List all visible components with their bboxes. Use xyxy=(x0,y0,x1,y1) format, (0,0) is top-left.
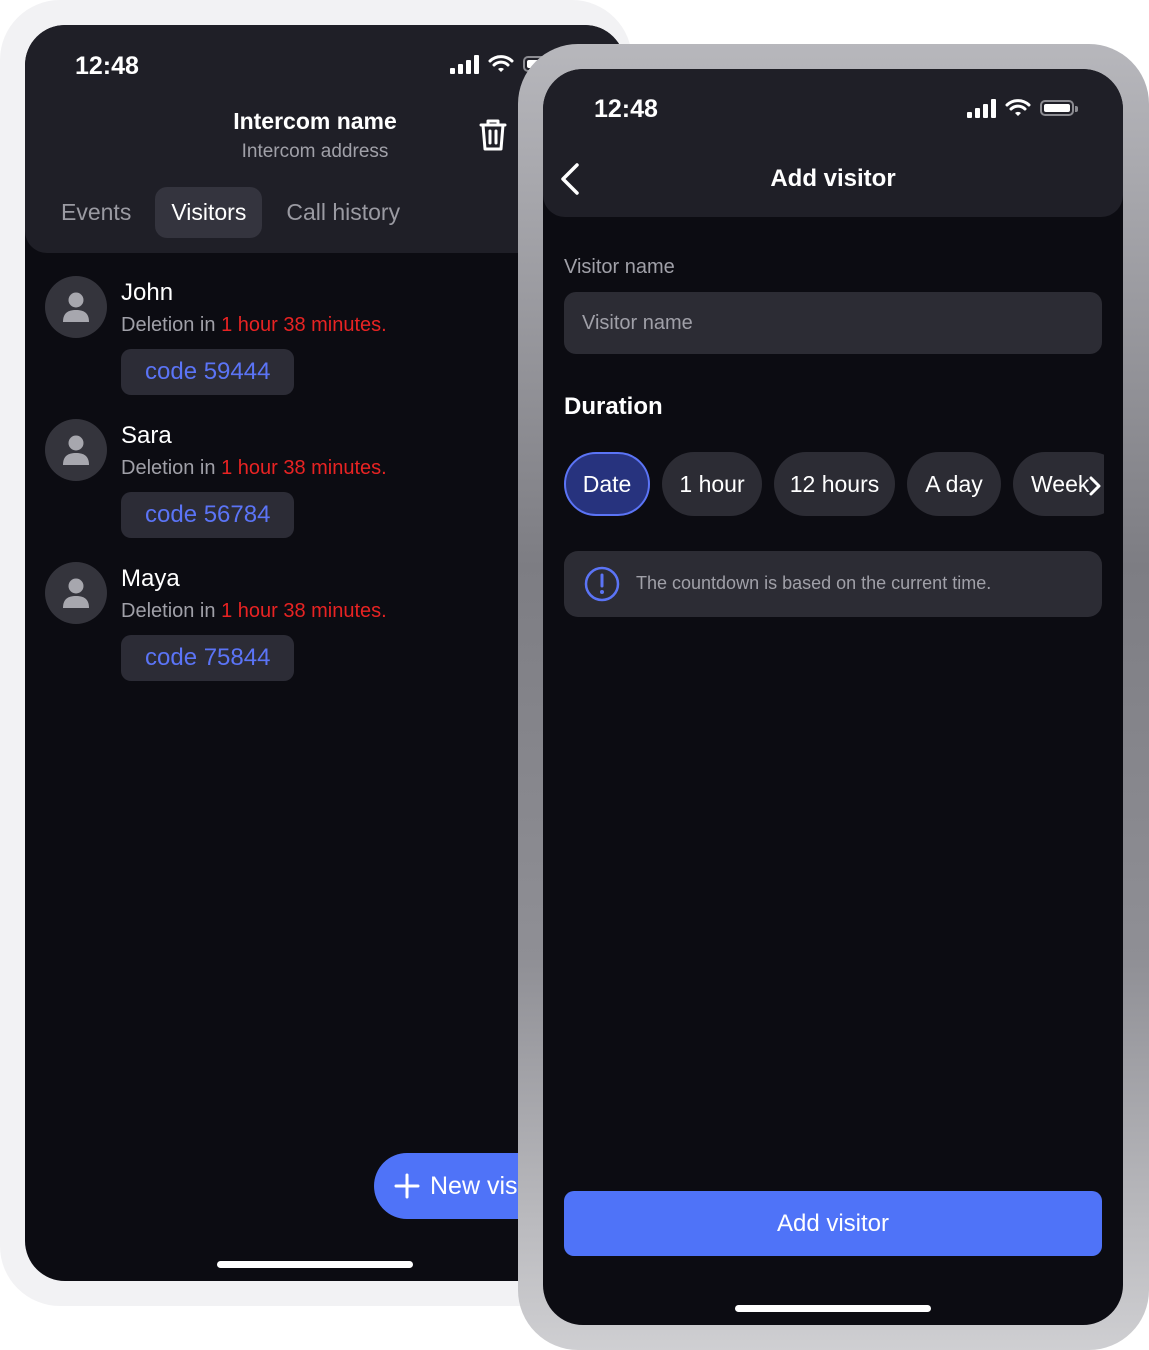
duration-title: Duration xyxy=(564,393,663,420)
battery-icon xyxy=(1040,100,1078,116)
home-indicator xyxy=(217,1261,413,1268)
visitor-code-badge[interactable]: code 75844 xyxy=(121,635,295,681)
screen-header: 12:48 Add visitor xyxy=(543,69,1123,217)
duration-option-date[interactable]: Date xyxy=(564,452,650,516)
person-icon xyxy=(63,578,89,608)
duration-option-a-day[interactable]: A day xyxy=(907,452,1001,516)
exclamation-circle-icon xyxy=(584,566,620,602)
tab-bar: Events Visitors Call history xyxy=(45,187,416,238)
person-icon xyxy=(63,292,89,322)
info-text: The countdown is based on the current ti… xyxy=(636,573,992,593)
new-visitor-label: New visi xyxy=(430,1171,524,1200)
status-time: 12:48 xyxy=(75,52,139,80)
duration-option-1-hour[interactable]: 1 hour xyxy=(662,452,762,516)
status-icons xyxy=(967,98,1078,118)
duration-option-12-hours[interactable]: 12 hours xyxy=(774,452,895,516)
chevron-right-icon[interactable] xyxy=(1086,475,1104,497)
visitor-name-input[interactable] xyxy=(564,292,1102,354)
add-visitor-screen: 12:48 Add visitor Visitor name Duration … xyxy=(543,69,1123,1325)
cellular-signal-icon xyxy=(450,54,479,74)
plus-icon xyxy=(394,1173,420,1199)
tab-call-history[interactable]: Call history xyxy=(270,187,416,238)
home-indicator xyxy=(735,1305,931,1312)
wifi-icon xyxy=(1005,99,1031,116)
avatar xyxy=(45,562,107,624)
add-visitor-button[interactable]: Add visitor xyxy=(564,1191,1102,1256)
page-title: Add visitor xyxy=(770,165,896,192)
avatar xyxy=(45,276,107,338)
visitor-name-label: Visitor name xyxy=(564,256,675,278)
cellular-signal-icon xyxy=(967,98,996,118)
deletion-time: 1 hour 38 minutes. xyxy=(221,600,387,622)
duration-options: Date 1 hour 12 hours A day Week xyxy=(564,452,1104,518)
visitor-code-badge[interactable]: code 56784 xyxy=(121,492,295,538)
visitor-name: Sara xyxy=(121,422,172,449)
avatar xyxy=(45,419,107,481)
tab-events[interactable]: Events xyxy=(45,187,147,238)
deletion-text: Deletion in 1 hour 38 minutes. xyxy=(121,457,387,479)
deletion-text: Deletion in 1 hour 38 minutes. xyxy=(121,314,387,336)
info-banner: The countdown is based on the current ti… xyxy=(564,551,1102,617)
deletion-time: 1 hour 38 minutes. xyxy=(221,457,387,479)
deletion-time: 1 hour 38 minutes. xyxy=(221,314,387,336)
wifi-icon xyxy=(488,55,514,72)
tab-visitors[interactable]: Visitors xyxy=(155,187,263,238)
deletion-text: Deletion in 1 hour 38 minutes. xyxy=(121,600,387,622)
trash-icon[interactable] xyxy=(473,115,513,155)
visitor-name: John xyxy=(121,279,174,306)
visitor-code-badge[interactable]: code 59444 xyxy=(121,349,295,395)
person-icon xyxy=(63,435,89,465)
visitor-name: Maya xyxy=(121,565,180,592)
status-time: 12:48 xyxy=(594,95,658,123)
